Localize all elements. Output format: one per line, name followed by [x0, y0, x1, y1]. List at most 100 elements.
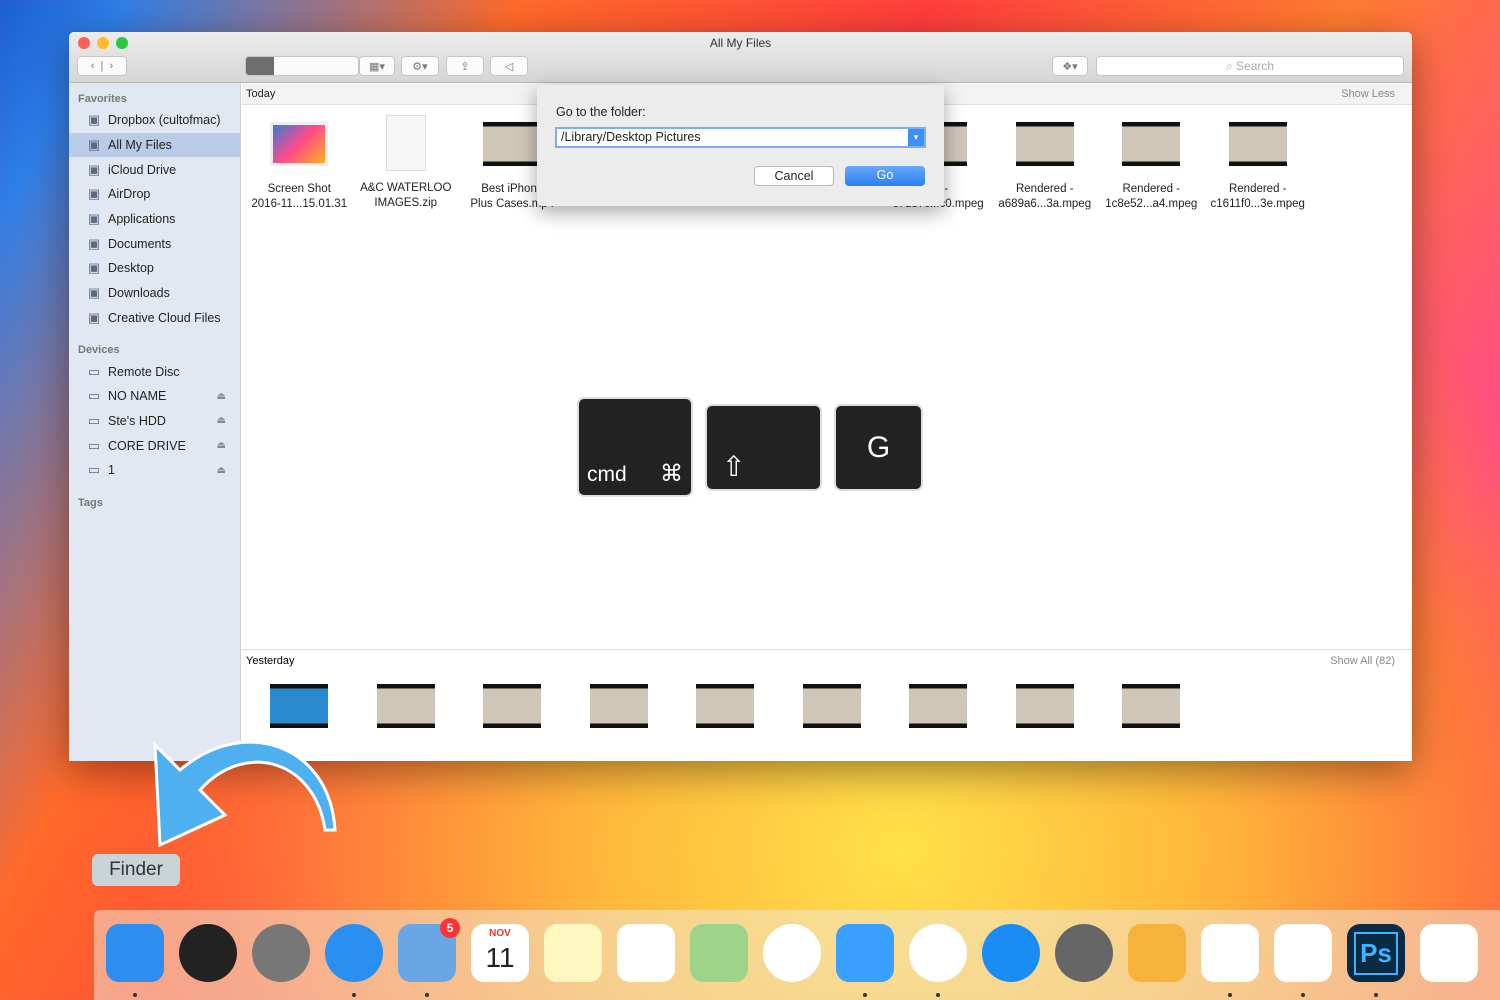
- dock-reminders-icon[interactable]: [617, 924, 675, 982]
- eject-icon[interactable]: ⏏: [217, 391, 226, 402]
- folder-path-input[interactable]: /Library/Desktop Pictures ▾: [555, 127, 926, 148]
- sidebar-device[interactable]: ▭ NO NAME ⏏: [69, 384, 240, 409]
- disk-icon: ▭: [87, 363, 101, 379]
- dock-calendar-icon[interactable]: NOV 11: [471, 924, 529, 982]
- file-thumbnail: [385, 115, 426, 171]
- finder-tooltip: Finder: [92, 854, 180, 886]
- dock-messages-icon[interactable]: [836, 924, 894, 982]
- sidebar-device[interactable]: ▭ Ste's HDD ⏏: [69, 409, 240, 434]
- file-item[interactable]: Rendered - a689a6...3a.mpeg: [992, 105, 1099, 212]
- devices-header: Devices: [78, 344, 120, 357]
- show-all-link[interactable]: Show All (82): [1330, 655, 1395, 667]
- sidebar-item[interactable]: ▣ Documents: [69, 231, 240, 256]
- eject-icon[interactable]: ⏏: [217, 440, 226, 451]
- folder-path-value: /Library/Desktop Pictures: [561, 130, 701, 144]
- sidebar-item[interactable]: ▣ Desktop: [69, 256, 240, 281]
- file-name-line2: IMAGES.zip: [374, 197, 438, 209]
- sidebar-item[interactable]: ▣ AirDrop: [69, 182, 240, 207]
- dock-photos-icon[interactable]: [763, 924, 821, 982]
- file-item[interactable]: [672, 679, 779, 744]
- arrange-button[interactable]: ▦▾: [359, 56, 395, 76]
- dock-itunes-icon[interactable]: [909, 924, 967, 982]
- dropbox-icon: ▣: [87, 112, 101, 128]
- sidebar-item[interactable]: ▣ iCloud Drive: [69, 157, 240, 182]
- dock-document-icon[interactable]: [1420, 924, 1478, 982]
- sidebar-item-label: AirDrop: [108, 187, 151, 202]
- file-item[interactable]: [1098, 679, 1205, 744]
- calendar-day: 11: [485, 942, 515, 973]
- show-less-link[interactable]: Show Less: [1341, 88, 1395, 100]
- file-item[interactable]: Rendered - c1611f0...3e.mpeg: [1205, 105, 1312, 212]
- file-thumbnail: [483, 122, 542, 166]
- share-button[interactable]: ⇪: [446, 56, 484, 76]
- dropbox-button[interactable]: ❖▾: [1052, 56, 1088, 76]
- dock-finder-icon[interactable]: [106, 924, 164, 982]
- go-to-folder-dialog: Go to the folder: /Library/Desktop Pictu…: [537, 85, 944, 206]
- dock-mail-icon[interactable]: 5: [398, 918, 460, 982]
- eject-icon[interactable]: ⏏: [217, 465, 226, 476]
- dock-maps-icon[interactable]: [690, 924, 748, 982]
- dock-safari-icon[interactable]: [325, 924, 383, 982]
- file-thumbnail: [1122, 684, 1181, 728]
- dock-slack-icon[interactable]: [1201, 924, 1259, 982]
- shift-icon: ⇧: [722, 451, 746, 482]
- mail-badge: 5: [440, 918, 460, 938]
- dock-siri-icon[interactable]: [179, 924, 237, 982]
- sidebar-item-label: Applications: [108, 212, 176, 227]
- sidebar-device[interactable]: ▭ Remote Disc: [69, 359, 240, 384]
- file-item[interactable]: [779, 679, 886, 744]
- cloud-icon: ▣: [87, 161, 101, 177]
- file-thumbnail: [696, 684, 755, 728]
- file-item[interactable]: [885, 679, 992, 744]
- sidebar-device[interactable]: ▭ CORE DRIVE ⏏: [69, 433, 240, 458]
- dock-launchpad-icon[interactable]: [252, 924, 310, 982]
- file-item[interactable]: [992, 679, 1099, 744]
- dock-pages-icon[interactable]: [1128, 924, 1186, 982]
- action-gear-button[interactable]: ⚙▾: [401, 56, 439, 76]
- dock-notes-icon[interactable]: [544, 924, 602, 982]
- running-indicator: [1301, 993, 1305, 997]
- sidebar-item-label: Dropbox (cultofmac): [108, 113, 221, 128]
- sidebar-item[interactable]: ▣ Applications: [69, 207, 240, 232]
- search-placeholder: Search: [1236, 59, 1275, 73]
- dialog-label: Go to the folder:: [556, 105, 646, 119]
- file-item[interactable]: A&C WATERLOO IMAGES.zip: [353, 105, 460, 212]
- back-forward-buttons[interactable]: ‹ | ›: [77, 56, 127, 76]
- sidebar-device[interactable]: ▭ 1 ⏏: [69, 458, 240, 483]
- tags-button[interactable]: ◁: [490, 56, 528, 76]
- file-name-line2: 2016-11...15.01.31: [251, 198, 348, 210]
- sidebar-item[interactable]: ▣ Creative Cloud Files: [69, 306, 240, 331]
- chevron-down-icon[interactable]: ▾: [908, 129, 924, 146]
- sidebar-item[interactable]: ▣ All My Files: [69, 132, 240, 158]
- cancel-button[interactable]: Cancel: [754, 166, 834, 186]
- disk-icon: ▭: [87, 388, 101, 404]
- view-mode-buttons[interactable]: [245, 56, 359, 76]
- running-indicator: [936, 993, 940, 997]
- file-item[interactable]: Rendered - 1c8e52...a4.mpeg: [1098, 105, 1205, 212]
- sidebar-item-label: iCloud Drive: [108, 162, 177, 177]
- file-item[interactable]: [566, 679, 673, 744]
- sidebar-item[interactable]: ▣ Downloads: [69, 281, 240, 306]
- photoshop-label: Ps: [1354, 931, 1398, 975]
- file-item[interactable]: Screen Shot 2016-11...15.01.31: [246, 105, 353, 212]
- dock-system-preferences-icon[interactable]: [1055, 924, 1113, 982]
- file-thumbnail: [1015, 122, 1074, 166]
- file-item[interactable]: [459, 679, 566, 744]
- dock-photoshop-icon[interactable]: Ps: [1347, 924, 1405, 982]
- search-input[interactable]: ⌕ Search: [1096, 56, 1404, 76]
- favorites-header: Favorites: [78, 93, 127, 105]
- sidebar-item-label: Desktop: [108, 261, 154, 276]
- file-item[interactable]: [353, 679, 460, 744]
- file-name-line1: Rendered -: [1228, 183, 1287, 195]
- eject-icon[interactable]: ⏏: [217, 415, 226, 426]
- file-name-line1: Rendered -: [1122, 183, 1181, 195]
- dock-app-store-icon[interactable]: [982, 924, 1040, 982]
- go-button[interactable]: Go: [845, 166, 925, 186]
- running-indicator: [133, 993, 137, 997]
- calendar-month: NOV: [489, 928, 511, 939]
- running-indicator: [1228, 993, 1232, 997]
- file-name-line2: c1611f0...3e.mpeg: [1210, 198, 1305, 210]
- sidebar-item[interactable]: ▣ Dropbox (cultofmac): [69, 108, 240, 133]
- dock-keynote-icon[interactable]: [1274, 924, 1332, 982]
- disk-icon: ▭: [87, 412, 101, 428]
